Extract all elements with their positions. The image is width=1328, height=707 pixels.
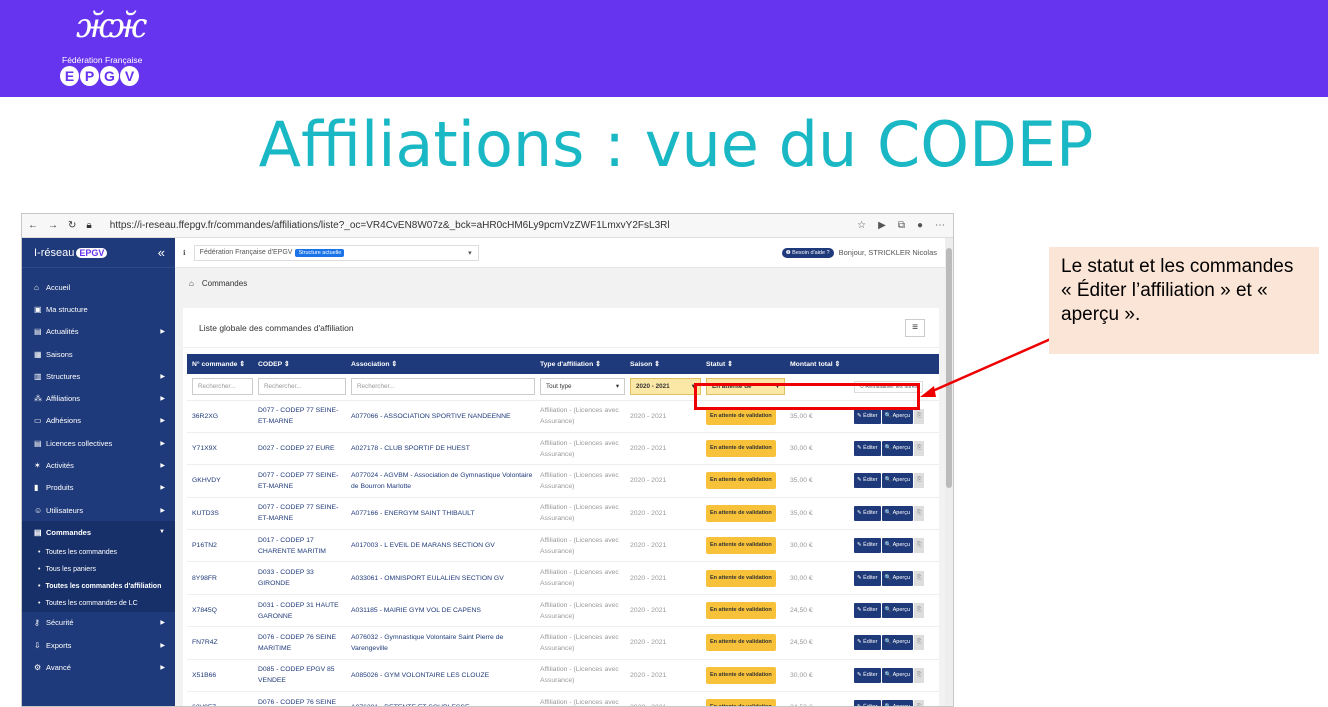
- callout-note: Le statut et les commandes « Éditer l’af…: [1049, 247, 1319, 354]
